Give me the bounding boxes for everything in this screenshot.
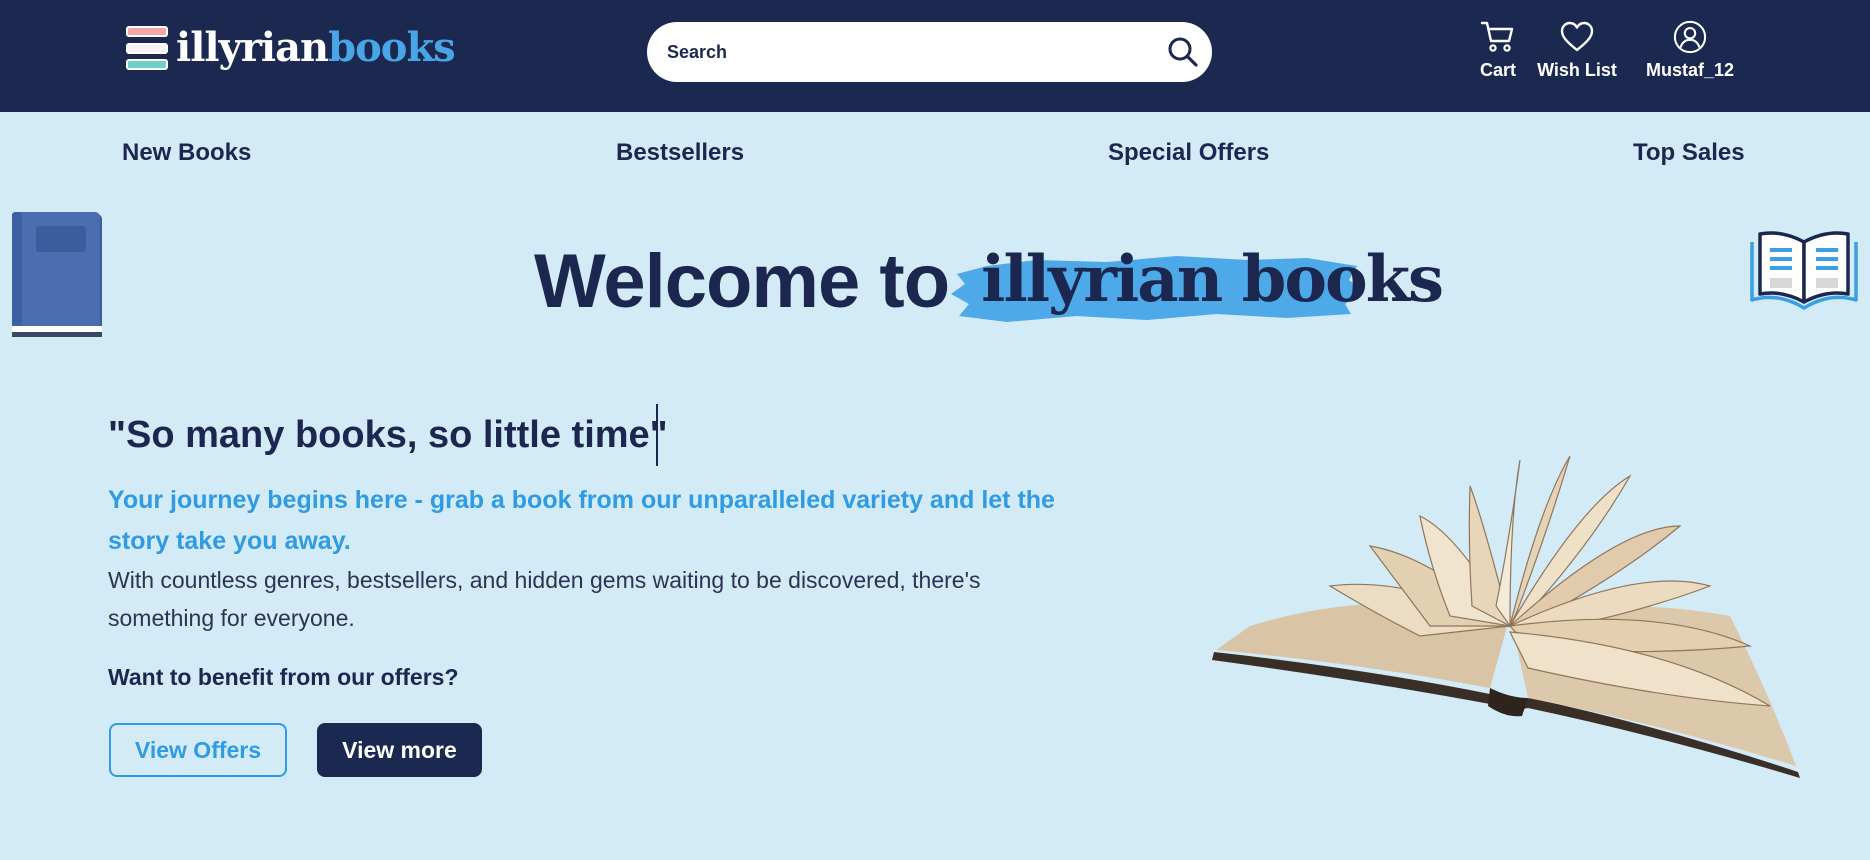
site-logo[interactable]: illyrianbooks: [126, 26, 456, 70]
typing-caret: [656, 404, 658, 466]
heart-icon: [1560, 21, 1594, 52]
logo-text: illyrianbooks: [176, 28, 456, 68]
brand-name: illyrian books: [981, 242, 1444, 317]
logo-text-part2: books: [328, 24, 456, 71]
wishlist-label: Wish List: [1537, 60, 1617, 80]
nav-bestsellers[interactable]: Bestsellers: [616, 139, 744, 167]
welcome-prefix: Welcome to: [534, 239, 950, 324]
open-book-illustration: [1212, 455, 1800, 778]
search-input[interactable]: [667, 22, 1147, 82]
user-account-button[interactable]: Mustaf_12: [1640, 20, 1740, 81]
nav-special-offers[interactable]: Special Offers: [1108, 139, 1269, 167]
top-header: illyrianbooks Cart Wish List Mustaf_12: [0, 0, 1870, 112]
hero-quote: "So many books, so little time": [108, 413, 668, 456]
open-book-icon: [1750, 231, 1858, 310]
nav-top-sales[interactable]: Top Sales: [1633, 139, 1745, 167]
closed-book-icon: [12, 212, 102, 337]
welcome-heading: Welcome to illyrian books: [534, 236, 1468, 328]
cart-icon: [1480, 21, 1514, 52]
stacked-books-icon: [126, 26, 168, 70]
quote-row: "So many books, so little time": [108, 404, 668, 466]
user-name-label: Mustaf_12: [1645, 60, 1735, 80]
brand-highlight: illyrian books: [951, 242, 1468, 322]
view-offers-button[interactable]: View Offers: [109, 723, 287, 777]
search-icon[interactable]: [1166, 35, 1200, 69]
nav-new-books[interactable]: New Books: [122, 139, 251, 167]
logo-text-part1: illyrian: [176, 24, 329, 71]
cart-label: Cart: [1479, 60, 1516, 80]
cart-button[interactable]: Cart: [1468, 20, 1528, 81]
view-more-button[interactable]: View more: [317, 723, 482, 777]
hero-tagline: Your journey begins here - grab a book f…: [108, 486, 1055, 555]
hero-description: With countless genres, bestsellers, and …: [108, 567, 981, 631]
search-bar: [647, 22, 1212, 82]
user-icon: [1673, 20, 1707, 54]
wishlist-button[interactable]: Wish List: [1535, 20, 1619, 81]
offer-question: Want to benefit from our offers?: [108, 664, 459, 690]
